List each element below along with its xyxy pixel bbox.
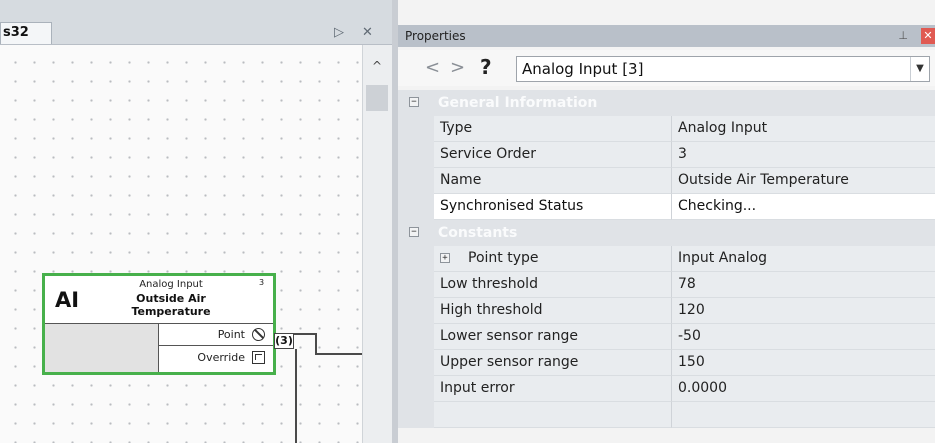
row-gutter [398, 272, 434, 298]
pin-icon[interactable]: ⊥ [898, 25, 908, 47]
point-pin[interactable]: Point [159, 324, 273, 346]
block-body [45, 323, 159, 372]
properties-title-bar: Properties ⊥ ✕ [398, 25, 935, 47]
close-icon[interactable]: ✕ [921, 28, 935, 44]
property-grid: − General Information Type Analog Input … [398, 90, 935, 443]
collapse-icon[interactable]: − [409, 97, 419, 107]
property-value[interactable]: -50 [672, 324, 935, 350]
property-name: High threshold [434, 298, 672, 324]
connection-wire [295, 349, 297, 443]
category-constants[interactable]: − Constants [398, 220, 935, 246]
property-row-input-error[interactable]: Input error 0.0000 [398, 376, 935, 402]
category-general-information[interactable]: − General Information [398, 90, 935, 116]
chevron-down-icon[interactable]: ▼ [910, 57, 929, 81]
property-value[interactable]: Input Analog [672, 246, 935, 272]
block-type: Analog Input [139, 279, 203, 290]
property-value[interactable]: 120 [672, 298, 935, 324]
row-gutter [398, 168, 434, 194]
row-gutter [398, 376, 434, 402]
no-sign-icon [252, 328, 265, 341]
property-name [434, 402, 672, 428]
row-gutter [398, 194, 434, 220]
row-gutter [398, 350, 434, 376]
row-gutter [398, 246, 434, 272]
forward-arrow-icon[interactable]: > [450, 57, 465, 78]
connection-wire [315, 333, 317, 355]
block-name: Outside Air Temperature [105, 292, 237, 318]
properties-toolbar: < > ? Analog Input [3] ▼ [398, 50, 935, 86]
property-name: Lower sensor range [434, 324, 672, 350]
back-arrow-icon[interactable]: < [425, 57, 440, 78]
connection-reference[interactable]: (3) [274, 333, 294, 349]
property-value[interactable]: 3 [672, 142, 935, 168]
property-row-upper-sensor-range[interactable]: Upper sensor range 150 [398, 350, 935, 376]
override-icon [252, 351, 265, 364]
object-selector[interactable]: Analog Input [3] ▼ [516, 56, 930, 82]
category-label: Constants [438, 225, 518, 241]
document-tab-strip: s32 ▷ ✕ [0, 0, 392, 45]
property-name: + Point type [434, 246, 672, 272]
scroll-up-icon[interactable]: ^ [372, 59, 382, 73]
vertical-scrollbar[interactable]: ^ [362, 45, 392, 443]
property-value[interactable]: Checking... [672, 194, 935, 220]
property-row-high-threshold[interactable]: High threshold 120 [398, 298, 935, 324]
property-name-label: Point type [468, 250, 539, 266]
property-name: Service Order [434, 142, 672, 168]
block-name-line: Outside Air [136, 292, 206, 305]
property-value[interactable]: 150 [672, 350, 935, 376]
block-number: 3 [259, 278, 265, 287]
property-row-synchronised-status[interactable]: Synchronised Status Checking... [398, 194, 935, 220]
property-row-low-threshold[interactable]: Low threshold 78 [398, 272, 935, 298]
block-abbreviation: AI [55, 288, 80, 312]
pin-label: Point [217, 328, 245, 341]
row-gutter [398, 324, 434, 350]
category-label: General Information [438, 95, 598, 111]
property-value[interactable]: Outside Air Temperature [672, 168, 935, 194]
help-icon[interactable]: ? [480, 55, 492, 79]
panel-title: Properties [405, 29, 466, 43]
property-value[interactable]: 78 [672, 272, 935, 298]
properties-panel: Properties ⊥ ✕ < > ? Analog Input [3] ▼ … [398, 0, 935, 443]
property-row-lower-sensor-range[interactable]: Lower sensor range -50 [398, 324, 935, 350]
property-name: Type [434, 116, 672, 142]
property-row-point-type[interactable]: + Point type Input Analog [398, 246, 935, 272]
property-name: Synchronised Status [434, 194, 672, 220]
row-gutter [398, 298, 434, 324]
collapse-icon[interactable]: − [409, 227, 419, 237]
expand-icon[interactable]: + [440, 253, 450, 263]
tab-close-icon[interactable]: ✕ [362, 25, 373, 40]
property-value[interactable]: 0.0000 [672, 376, 935, 402]
property-row-name[interactable]: Name Outside Air Temperature [398, 168, 935, 194]
connection-wire [315, 353, 362, 355]
property-name: Upper sensor range [434, 350, 672, 376]
property-value[interactable]: Analog Input [672, 116, 935, 142]
tab-menu-icon[interactable]: ▷ [334, 25, 344, 40]
row-gutter [398, 142, 434, 168]
property-value[interactable] [672, 402, 935, 428]
document-tab-label: s32 [3, 25, 29, 40]
block-name-line: Temperature [131, 305, 211, 318]
pin-label: Override [197, 351, 245, 364]
row-gutter [398, 402, 434, 428]
property-row-partial[interactable] [398, 402, 935, 428]
property-name: Name [434, 168, 672, 194]
property-row-service-order[interactable]: Service Order 3 [398, 142, 935, 168]
diagram-canvas[interactable] [0, 45, 362, 443]
scroll-thumb[interactable] [366, 85, 388, 111]
document-tab[interactable]: s32 [0, 22, 52, 44]
block-pins: Point Override [159, 323, 273, 372]
override-pin[interactable]: Override [159, 347, 273, 369]
property-row-type[interactable]: Type Analog Input [398, 116, 935, 142]
row-gutter [398, 116, 434, 142]
analog-input-block[interactable]: AI Analog Input 3 Outside Air Temperatur… [42, 273, 276, 375]
selected-object: Analog Input [3] [522, 60, 644, 78]
logic-editor-pane: s32 ▷ ✕ ^ AI Analog Input 3 Outside Air … [0, 0, 392, 443]
property-name: Low threshold [434, 272, 672, 298]
property-name: Input error [434, 376, 672, 402]
